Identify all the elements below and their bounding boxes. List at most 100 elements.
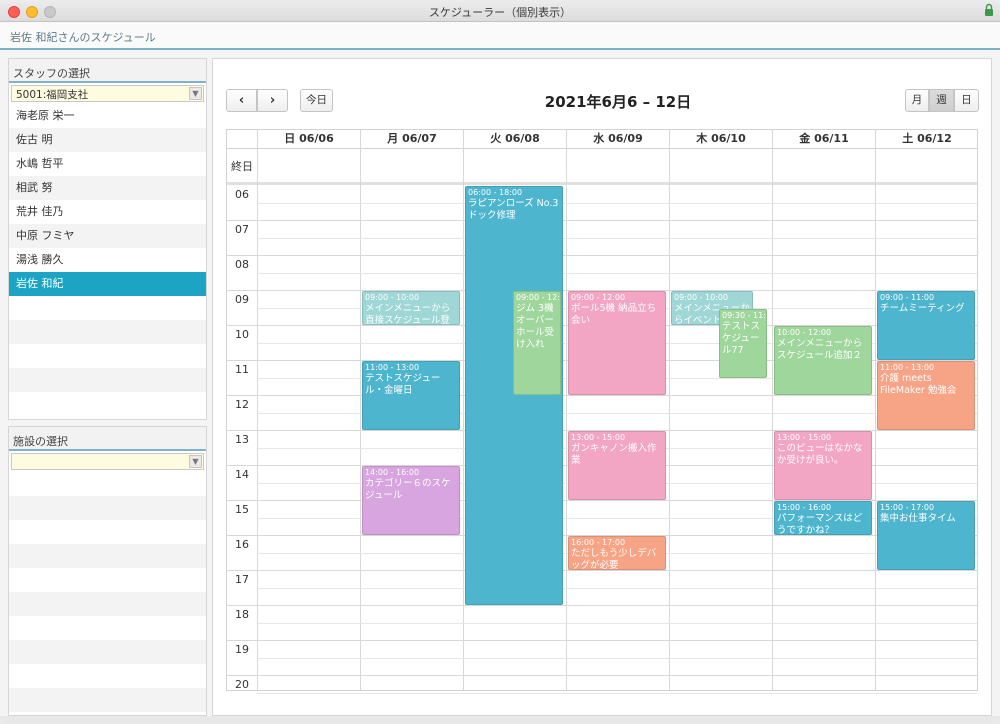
staff-list-item[interactable]: 海老原 栄一 bbox=[9, 104, 206, 128]
event-title: メインメニューから直接スケジュール登 bbox=[365, 303, 451, 325]
facility-selection-panel: 施設の選択 ▼ bbox=[8, 426, 207, 716]
previous-week-button[interactable]: ‹ bbox=[226, 89, 257, 112]
app-window: スケジューラー（個別表示） 岩佐 和紀さんのスケジュール スタッフの選択 500… bbox=[0, 0, 1000, 724]
event-time: 11:00 - 13:00 bbox=[880, 363, 935, 372]
event-title: ガンキャノン搬入作業 bbox=[571, 443, 657, 466]
day-column-divider bbox=[875, 130, 876, 690]
day-column-header[interactable]: 月 06/07 bbox=[360, 130, 463, 148]
empty-list-row bbox=[9, 368, 206, 392]
calendar-event[interactable]: 11:00 - 13:00 介護 meets FileMaker 勉強会 bbox=[877, 361, 975, 430]
empty-list-row bbox=[9, 496, 206, 520]
empty-list-row bbox=[9, 472, 206, 496]
calendar-event[interactable]: 10:00 - 12:00 メインメニューからスケジュール追加２ bbox=[774, 326, 872, 395]
calendar-event[interactable]: 09:00 - 11:00 チームミーティング bbox=[877, 291, 975, 360]
staff-list-item[interactable]: 中原 フミヤ bbox=[9, 224, 206, 248]
day-column-header[interactable]: 木 06/10 bbox=[669, 130, 772, 148]
event-time: 09:00 - 11:00 bbox=[880, 293, 935, 302]
event-time: 13:00 - 15:00 bbox=[571, 433, 626, 442]
empty-list-row bbox=[9, 616, 206, 640]
calendar-event[interactable]: 09:00 - 12:00 ボール5機 納品立ち会い bbox=[568, 291, 666, 395]
day-column-divider bbox=[772, 130, 773, 690]
day-column-divider bbox=[566, 130, 567, 690]
empty-list-row bbox=[9, 688, 206, 712]
calendar-event[interactable]: 15:00 - 17:00 集中お仕事タイム bbox=[877, 501, 975, 570]
calendar-event[interactable]: 09:30 - 11:30テストスケジュール77 bbox=[719, 308, 767, 378]
staff-list-item[interactable]: 荒井 佳乃 bbox=[9, 200, 206, 224]
today-button[interactable]: 今日 bbox=[300, 89, 333, 112]
branch-select-value: 5001:福岡支社 bbox=[16, 89, 89, 101]
empty-list-row bbox=[9, 296, 206, 320]
hour-line bbox=[227, 220, 977, 221]
empty-list-row bbox=[9, 592, 206, 616]
empty-list-row bbox=[9, 640, 206, 664]
calendar-event[interactable]: 16:00 - 17:00 ただしもう少しデバッグが必要 bbox=[568, 536, 666, 570]
calendar-event[interactable]: 14:00 - 16:00 カテゴリー６のスケジュール bbox=[362, 466, 460, 535]
chevron-left-icon: ‹ bbox=[238, 93, 245, 108]
left-panel: スタッフの選択 5001:福岡支社 ▼ 海老原 栄一 佐古 明水嶋 哲平 相武 努荒… bbox=[8, 58, 207, 716]
calendar-event[interactable]: 06:00 - 18:00 ラピアンローズ No.3 ドック修理 bbox=[465, 186, 563, 605]
day-column-header[interactable]: 水 06/09 bbox=[566, 130, 669, 148]
lock-icon bbox=[985, 3, 993, 16]
day-column-header[interactable]: 土 06/12 bbox=[875, 130, 978, 148]
hour-line bbox=[227, 640, 977, 641]
hour-line bbox=[227, 570, 977, 571]
event-title: ジム 3機オーバーホール受け入れ bbox=[516, 303, 555, 350]
next-week-button[interactable]: › bbox=[257, 89, 288, 112]
facility-list bbox=[9, 472, 206, 712]
day-column-header[interactable]: 日 06/06 bbox=[257, 130, 360, 148]
hour-label: 16 bbox=[235, 538, 249, 551]
empty-list-row bbox=[9, 664, 206, 688]
hour-label: 12 bbox=[235, 398, 249, 411]
staff-list-item[interactable]: 相武 努 bbox=[9, 176, 206, 200]
event-title: カテゴリー６のスケジュール bbox=[365, 478, 451, 501]
hour-label: 18 bbox=[235, 608, 249, 621]
empty-list-row bbox=[9, 344, 206, 368]
half-hour-line bbox=[257, 622, 977, 624]
week-view-button[interactable]: 週 bbox=[929, 89, 954, 112]
day-column-header[interactable]: 火 06/08 bbox=[463, 130, 566, 148]
event-time: 14:00 - 16:00 bbox=[365, 468, 420, 477]
calendar-event[interactable]: 09:00 - 12:00ジム 3機オーバーホール受け入れ bbox=[513, 291, 561, 395]
calendar-event[interactable]: 13:00 - 15:00 このビューはなかなか受けが良い。 bbox=[774, 431, 872, 500]
day-column-divider bbox=[669, 130, 670, 690]
event-title: テストスケジュール・金曜日 bbox=[365, 373, 441, 396]
window-bottom-bar bbox=[0, 716, 1000, 724]
hour-label: 15 bbox=[235, 503, 249, 516]
staff-list-item[interactable]: 水嶋 哲平 bbox=[9, 152, 206, 176]
half-hour-line bbox=[257, 692, 977, 694]
window-title: スケジューラー（個別表示） bbox=[428, 6, 572, 19]
empty-list-row bbox=[9, 520, 206, 544]
chevron-down-icon[interactable]: ▼ bbox=[189, 455, 202, 468]
staff-list-item[interactable]: 佐古 明 bbox=[9, 128, 206, 152]
day-view-button[interactable]: 日 bbox=[954, 89, 979, 112]
event-time: 09:00 - 10:00 bbox=[365, 293, 420, 302]
day-column-header[interactable]: 金 06/11 bbox=[772, 130, 875, 148]
event-title: パフォーマンスはどうですかね？ bbox=[777, 513, 863, 535]
calendar-event[interactable]: 13:00 - 15:00 ガンキャノン搬入作業 bbox=[568, 431, 666, 500]
calendar-event[interactable]: 11:00 - 13:00 テストスケジュール・金曜日 bbox=[362, 361, 460, 430]
staff-list-item[interactable]: 湯浅 勝久 bbox=[9, 248, 206, 272]
calendar-panel: ‹ › 今日 2021年6月6 – 12日 月 週 日 終日 日 06/06 月 … bbox=[212, 58, 992, 716]
facility-panel-heading: 施設の選択 bbox=[9, 427, 206, 451]
hour-label: 14 bbox=[235, 468, 249, 481]
staff-list-item[interactable]: 岩佐 和紀 bbox=[9, 272, 206, 296]
staff-list: 海老原 栄一 佐古 明水嶋 哲平 相武 努荒井 佳乃 中原 フミヤ 湯浅 勝久 岩佐 和紀 bbox=[9, 104, 206, 392]
chevron-down-icon[interactable]: ▼ bbox=[189, 87, 202, 100]
event-title: ボール5機 納品立ち会い bbox=[571, 303, 657, 326]
branch-select[interactable]: 5001:福岡支社 ▼ bbox=[11, 85, 204, 102]
event-title: チームミーティング bbox=[880, 303, 965, 314]
event-time: 11:00 - 13:00 bbox=[365, 363, 420, 372]
calendar-event[interactable]: 15:00 - 16:00 パフォーマンスはどうですかね？ bbox=[774, 501, 872, 535]
day-column-divider bbox=[257, 130, 258, 690]
all-day-label: 終日 bbox=[231, 160, 253, 173]
hour-label: 20 bbox=[235, 678, 249, 691]
month-view-button[interactable]: 月 bbox=[905, 89, 929, 112]
event-time: 09:00 - 10:00 bbox=[674, 293, 729, 302]
hour-label: 13 bbox=[235, 433, 249, 446]
hour-line bbox=[227, 605, 977, 606]
week-calendar-grid: 終日 日 06/06 月 06/07 火 06/08 水 06/09 木 06/10 金 … bbox=[226, 129, 978, 694]
half-hour-line bbox=[257, 237, 977, 239]
calendar-event[interactable]: 09:00 - 10:00 メインメニューから直接スケジュール登 bbox=[362, 291, 460, 325]
hour-label: 19 bbox=[235, 643, 249, 656]
facility-select[interactable]: ▼ bbox=[11, 453, 204, 470]
